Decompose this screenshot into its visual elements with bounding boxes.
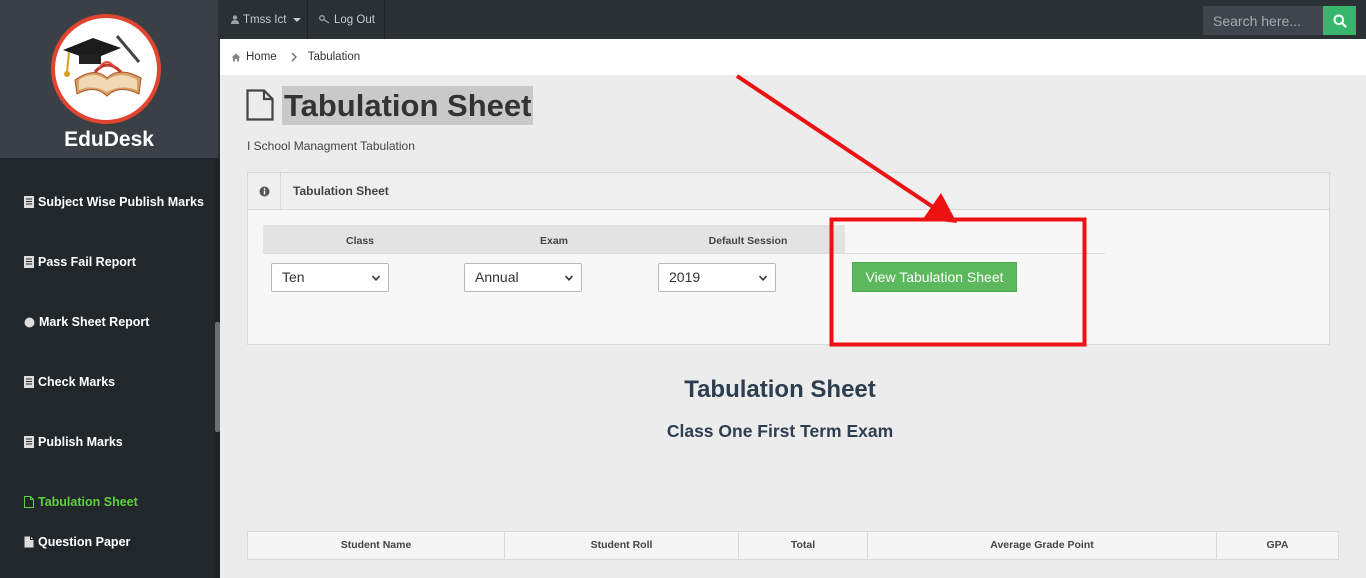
column-header: Average Grade Point bbox=[868, 532, 1217, 559]
exam-select[interactable]: Annual bbox=[464, 263, 582, 292]
file-icon bbox=[24, 536, 34, 548]
result-subtitle: Class One First Term Exam bbox=[666, 421, 894, 441]
sidebar-item-label: Publish Marks bbox=[38, 435, 123, 449]
view-tabulation-sheet-button[interactable]: View Tabulation Sheet bbox=[852, 262, 1017, 292]
chevron-down-icon bbox=[759, 275, 767, 281]
exam-select-value: Annual bbox=[475, 269, 519, 285]
tabulation-filter-panel: Tabulation Sheet Class Exam Default Sess… bbox=[247, 172, 1330, 345]
user-name: Tmss Ict bbox=[243, 13, 287, 26]
column-header: Total bbox=[739, 532, 868, 559]
info-icon bbox=[259, 186, 269, 196]
brand-name: EduDesk bbox=[64, 128, 154, 151]
sidebar-item-subject-wise-publish-marks[interactable]: Subject Wise Publish Marks bbox=[24, 195, 204, 209]
column-header: Student Roll bbox=[505, 532, 739, 559]
tabulation-table-header: Student Name Student Roll Total Average … bbox=[247, 531, 1339, 560]
document-icon bbox=[24, 436, 34, 448]
caret-down-icon bbox=[293, 17, 302, 22]
breadcrumb: Home Tabulation bbox=[220, 39, 1366, 75]
chevron-down-icon bbox=[372, 275, 380, 281]
breadcrumb-home[interactable]: Home bbox=[246, 51, 277, 63]
file-icon bbox=[246, 89, 274, 121]
key-icon bbox=[319, 15, 330, 24]
panel-icon-cell bbox=[248, 173, 281, 209]
class-select[interactable]: Ten bbox=[271, 263, 389, 292]
class-label: Class bbox=[345, 235, 375, 247]
document-icon bbox=[24, 196, 34, 208]
chevron-right-icon bbox=[291, 52, 297, 62]
chevron-down-icon bbox=[565, 275, 573, 281]
session-select-value: 2019 bbox=[669, 269, 701, 285]
result-title: Tabulation Sheet bbox=[684, 376, 876, 403]
user-icon bbox=[231, 15, 239, 24]
search-button[interactable] bbox=[1323, 6, 1356, 35]
file-icon bbox=[24, 496, 34, 508]
search-icon bbox=[1333, 14, 1347, 28]
session-select[interactable]: 2019 bbox=[658, 263, 776, 292]
page-subtitle: I School Managment Tabulation bbox=[247, 139, 415, 153]
panel-title: Tabulation Sheet bbox=[293, 184, 389, 198]
top-navbar: Tmss Ict Log Out bbox=[220, 0, 1366, 39]
sidebar-item-question-paper[interactable]: Question Paper bbox=[24, 535, 130, 549]
circle-icon bbox=[24, 317, 35, 327]
breadcrumb-current: Tabulation bbox=[307, 51, 361, 63]
sidebar-menu: Subject Wise Publish Marks Pass Fail Rep… bbox=[0, 158, 215, 578]
school-logo[interactable] bbox=[51, 14, 161, 124]
column-header: Student Name bbox=[248, 532, 505, 559]
search-input[interactable] bbox=[1203, 6, 1323, 35]
sidebar: EduDesk Subject Wise Publish Marks Pass … bbox=[0, 0, 220, 578]
panel-header: Tabulation Sheet bbox=[248, 173, 1329, 210]
filter-divider bbox=[263, 253, 1105, 254]
document-icon bbox=[24, 256, 34, 268]
sidebar-item-label: Tabulation Sheet bbox=[38, 495, 138, 509]
brand-area: EduDesk bbox=[0, 0, 218, 158]
sidebar-item-label: Check Marks bbox=[38, 375, 116, 389]
column-header: GPA bbox=[1266, 539, 1289, 551]
sidebar-item-mark-sheet-report[interactable]: Mark Sheet Report bbox=[24, 315, 149, 329]
user-menu[interactable]: Tmss Ict bbox=[220, 0, 308, 39]
sidebar-item-pass-fail-report[interactable]: Pass Fail Report bbox=[24, 255, 136, 269]
sidebar-item-label: Subject Wise Publish Marks bbox=[38, 195, 204, 209]
logout-link[interactable]: Log Out bbox=[308, 0, 385, 39]
page-title: Tabulation Sheet bbox=[282, 86, 534, 125]
exam-label: Exam bbox=[539, 235, 569, 247]
home-icon bbox=[231, 53, 241, 61]
class-select-value: Ten bbox=[282, 269, 305, 285]
sidebar-item-label: Mark Sheet Report bbox=[39, 315, 150, 329]
sidebar-scrollbar-thumb[interactable] bbox=[215, 322, 220, 432]
session-label: Default Session bbox=[708, 235, 788, 247]
logout-label: Log Out bbox=[334, 13, 375, 26]
sidebar-item-label: Question Paper bbox=[38, 535, 131, 549]
sidebar-item-check-marks[interactable]: Check Marks bbox=[24, 375, 115, 389]
sidebar-item-label: Pass Fail Report bbox=[38, 255, 136, 269]
sidebar-item-tabulation-sheet[interactable]: Tabulation Sheet bbox=[24, 495, 138, 509]
document-icon bbox=[24, 376, 34, 388]
sidebar-item-publish-marks[interactable]: Publish Marks bbox=[24, 435, 123, 449]
